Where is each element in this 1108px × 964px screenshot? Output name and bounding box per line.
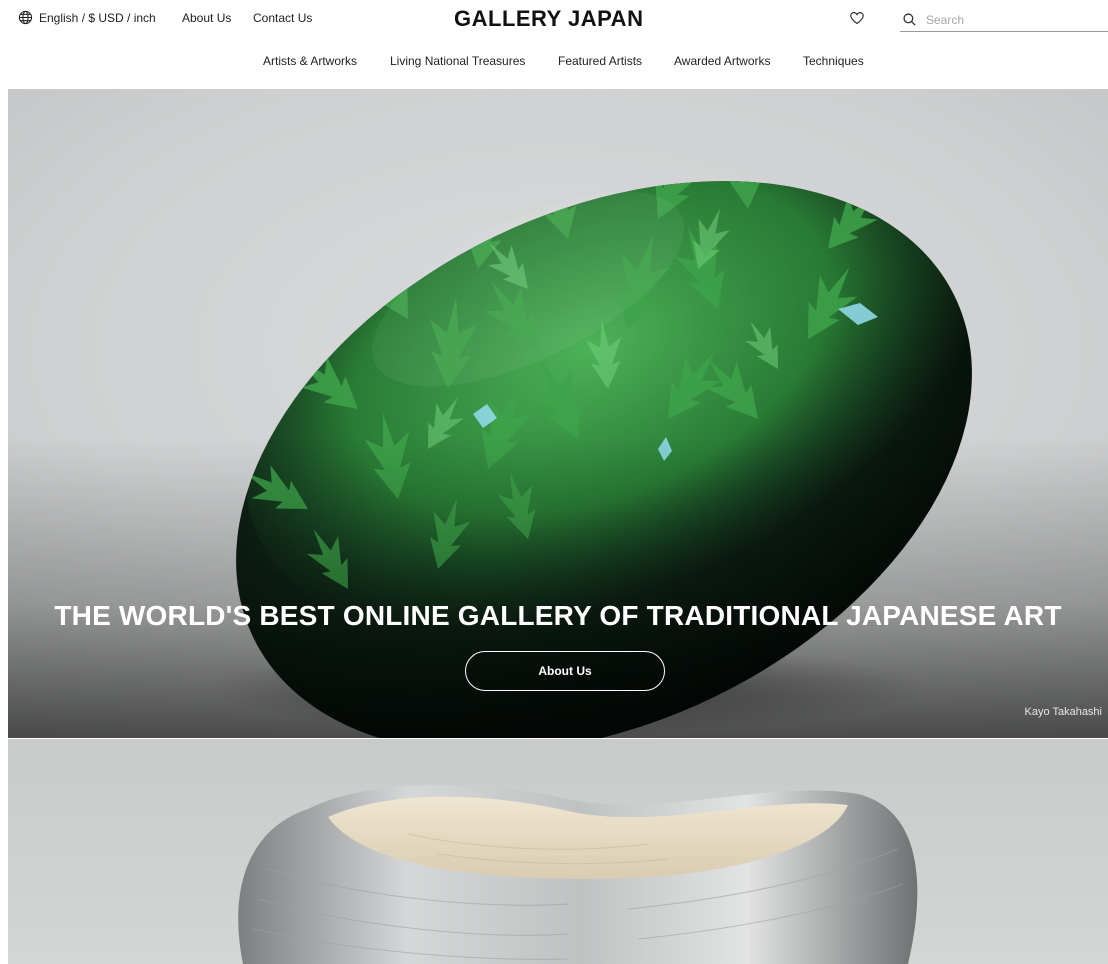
contact-us-link[interactable]: Contact Us [253, 11, 312, 25]
hero-banner: THE WORLD'S BEST ONLINE GALLERY OF TRADI… [8, 89, 1108, 738]
site-logo[interactable]: GALLERY JAPAN [454, 6, 643, 32]
top-utility-bar: English / $ USD / inch About Us Contact … [0, 0, 1108, 36]
nav-awarded-artworks[interactable]: Awarded Artworks [674, 54, 771, 68]
secondary-banner-image [8, 739, 1108, 964]
nav-featured-artists[interactable]: Featured Artists [558, 54, 642, 68]
artwork-credit: Kayo Takahashi [1024, 706, 1102, 718]
locale-label: English / $ USD / inch [39, 10, 156, 25]
nav-artists-artworks[interactable]: Artists & Artworks [263, 54, 357, 68]
search-icon[interactable] [902, 12, 917, 27]
search-input[interactable] [926, 12, 1096, 27]
about-us-button[interactable]: About Us [465, 651, 665, 691]
silver-bowl-image [238, 785, 918, 964]
locale-selector[interactable]: English / $ USD / inch [18, 10, 156, 25]
nav-techniques[interactable]: Techniques [803, 54, 864, 68]
globe-icon [18, 10, 33, 25]
main-navigation: Artists & Artworks Living National Treas… [0, 50, 1108, 74]
about-us-link[interactable]: About Us [182, 11, 231, 25]
hero-gradient-overlay [8, 438, 1108, 738]
heart-icon[interactable] [849, 10, 865, 26]
search-box [900, 8, 1108, 32]
hero-title: THE WORLD'S BEST ONLINE GALLERY OF TRADI… [54, 600, 1062, 631]
nav-living-national-treasures[interactable]: Living National Treasures [390, 54, 525, 68]
